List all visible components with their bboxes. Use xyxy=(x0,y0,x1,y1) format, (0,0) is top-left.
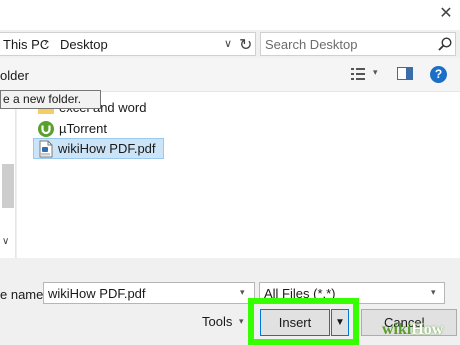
search-icon[interactable] xyxy=(437,36,453,52)
file-list: excel and word µTorrent wikiHow PDF.pdf xyxy=(17,92,460,258)
file-name-value: wikiHow PDF.pdf xyxy=(48,286,146,301)
tools-button[interactable]: Tools xyxy=(202,314,232,329)
address-bar[interactable]: This PC › Desktop ∨ ↻ xyxy=(0,32,256,56)
file-name: µTorrent xyxy=(59,121,107,136)
file-name-dropdown-icon[interactable]: ▾ xyxy=(240,287,245,298)
view-dropdown-icon[interactable]: ▾ xyxy=(373,67,378,78)
close-icon[interactable]: ✕ xyxy=(436,4,456,24)
file-name-field[interactable]: wikiHow PDF.pdf ▾ xyxy=(43,282,255,304)
help-icon[interactable]: ? xyxy=(430,66,447,83)
breadcrumb-desktop[interactable]: Desktop xyxy=(60,37,108,52)
wikihow-watermark: wikiHow xyxy=(382,321,443,339)
search-input[interactable]: Search Desktop xyxy=(260,32,456,56)
pdf-file-icon xyxy=(39,140,53,158)
utorrent-icon xyxy=(38,121,54,137)
preview-pane-icon[interactable] xyxy=(397,67,413,80)
tools-dropdown-icon[interactable]: ▾ xyxy=(239,316,244,327)
file-name: wikiHow PDF.pdf xyxy=(58,141,156,156)
navigation-scrollbar-thumb[interactable] xyxy=(2,164,14,208)
list-item-utorrent[interactable]: µTorrent xyxy=(37,119,177,139)
watermark-how: How xyxy=(411,321,444,338)
refresh-icon[interactable]: ↻ xyxy=(239,35,252,55)
insert-dropdown-icon[interactable]: ▼ xyxy=(331,309,349,336)
navigation-pane[interactable]: ∨ xyxy=(0,92,16,258)
view-options-icon[interactable] xyxy=(351,68,365,80)
scroll-down-icon[interactable]: ∨ xyxy=(2,236,9,247)
search-placeholder: Search Desktop xyxy=(265,37,358,52)
title-bar: ✕ xyxy=(0,0,460,30)
breadcrumb-separator-icon: › xyxy=(44,37,48,49)
breadcrumb-this-pc[interactable]: This PC xyxy=(3,37,49,52)
insert-button[interactable]: Insert xyxy=(260,309,330,336)
list-item-wikihow-pdf[interactable]: wikiHow PDF.pdf xyxy=(33,138,164,159)
new-folder-tooltip: e a new folder. xyxy=(0,90,101,109)
toolbar: older ▾ ? xyxy=(0,58,460,92)
watermark-wiki: wiki xyxy=(382,321,412,338)
new-folder-button[interactable]: older xyxy=(0,68,29,83)
address-history-chevron-icon[interactable]: ∨ xyxy=(224,37,232,50)
file-type-dropdown-icon[interactable]: ▾ xyxy=(431,287,436,298)
file-name-label: e name: xyxy=(0,287,47,302)
